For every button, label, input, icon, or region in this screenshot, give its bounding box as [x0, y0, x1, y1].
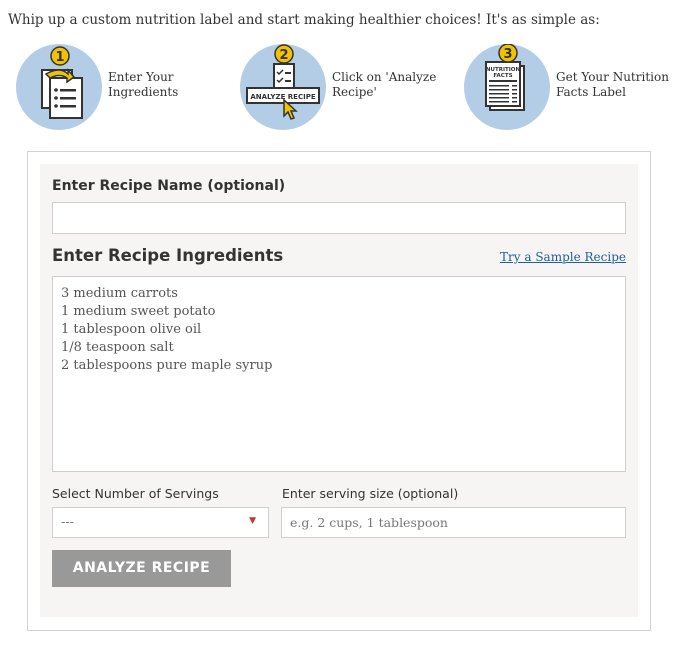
ingredient-line: 1 medium sweet potato: [61, 304, 216, 319]
document-arrow-icon: 1: [41, 46, 83, 119]
servings-heading: Select Number of Servings: [52, 486, 219, 501]
ingredient-line: 1/8 teaspoon salt: [61, 340, 174, 355]
serving-size-heading: Enter serving size (optional): [282, 486, 459, 501]
step-1-label: Enter Your Ingredients: [108, 70, 179, 99]
ingredients-heading: Enter Recipe Ingredients: [52, 246, 284, 265]
servings-value: ---: [61, 515, 75, 530]
step-2: ANALYZE RECIPE 2 Click on 'Analyze Recip…: [240, 44, 440, 130]
step-1: 1 Enter Your Ingredients: [16, 44, 216, 130]
chevron-down-icon: ▼: [249, 516, 256, 526]
analyze-recipe-icon: ANALYZE RECIPE 2: [246, 44, 320, 120]
step-3-circle: NUTRITION FACTS 3: [464, 44, 550, 130]
try-sample-recipe-link[interactable]: Try a Sample Recipe: [500, 250, 626, 264]
ingredient-line: 3 medium carrots: [61, 286, 178, 301]
servings-select[interactable]: --- ▼: [52, 507, 269, 538]
step-2-number: 2: [279, 48, 288, 63]
recipe-name-heading: Enter Recipe Name (optional): [52, 178, 286, 194]
step-3-label: Get Your Nutrition Facts Label: [556, 70, 669, 99]
step-2-label: Click on 'Analyze Recipe': [332, 70, 437, 99]
step-1-number: 1: [55, 50, 64, 65]
analyze-recipe-icon-text: ANALYZE RECIPE: [250, 93, 315, 101]
serving-size-input[interactable]: e.g. 2 cups, 1 tablespoon: [281, 507, 626, 538]
nutrition-facts-text-2: FACTS: [493, 73, 512, 79]
analyze-recipe-button[interactable]: ANALYZE RECIPE: [52, 550, 231, 587]
ingredient-line: 2 tablespoons pure maple syrup: [61, 358, 273, 373]
step-2-circle: ANALYZE RECIPE 2: [240, 44, 326, 130]
nutrition-facts-icon: NUTRITION FACTS 3: [485, 44, 525, 111]
step-1-circle: 1: [16, 44, 102, 130]
ingredient-line: 1 tablespoon olive oil: [61, 322, 202, 337]
intro-text: Whip up a custom nutrition label and sta…: [8, 12, 600, 28]
step-3: NUTRITION FACTS 3 Get Your Nutrition Fac…: [464, 44, 669, 130]
recipe-form: Enter Recipe Name (optional) Enter Recip…: [40, 164, 638, 617]
recipe-form-container: Enter Recipe Name (optional) Enter Recip…: [27, 151, 651, 631]
step-3-number: 3: [503, 47, 512, 62]
recipe-name-input[interactable]: [52, 202, 626, 234]
ingredients-textarea[interactable]: 3 medium carrots 1 medium sweet potato 1…: [52, 276, 626, 472]
